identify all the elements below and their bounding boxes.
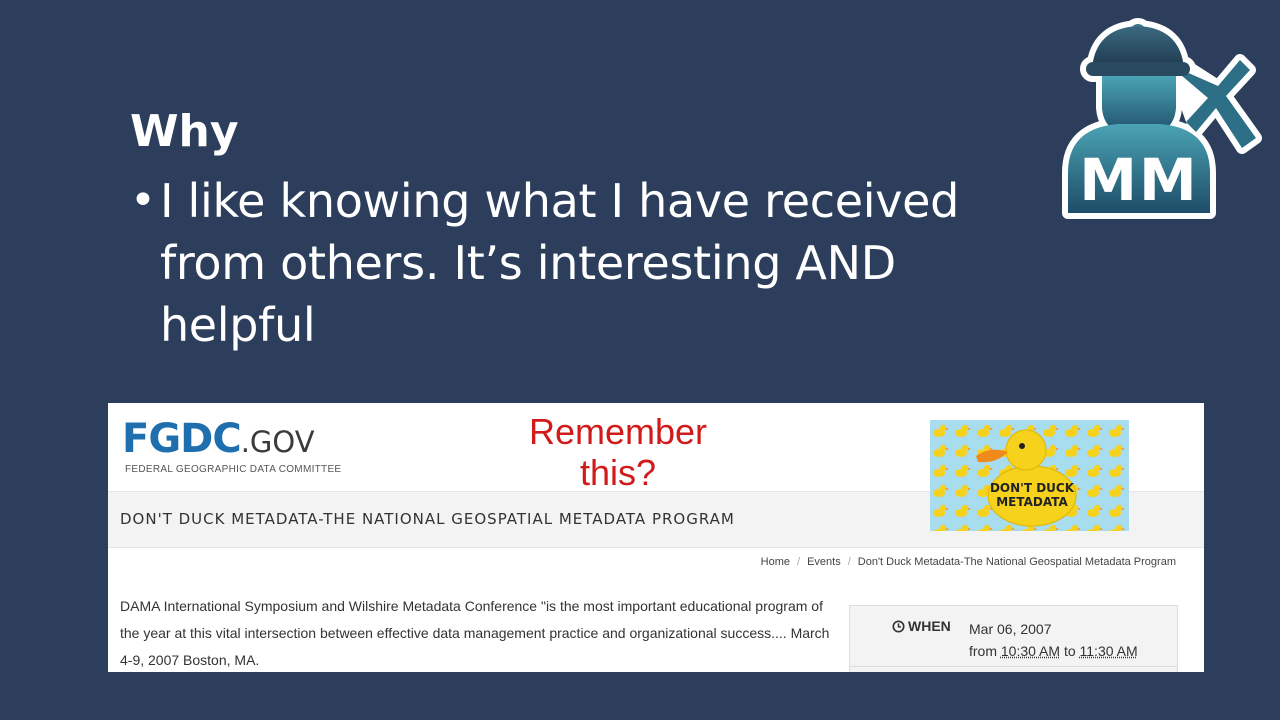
banner-text-line-2: METADATA [996, 495, 1068, 509]
when-label-text: WHEN [908, 618, 951, 634]
miner-logo-icon: MM [1062, 18, 1262, 219]
banner-text-line-1: DON'T DUCK [990, 481, 1075, 495]
clock-icon [892, 619, 905, 633]
breadcrumb-home[interactable]: Home [761, 556, 790, 568]
breadcrumb: Home / Events / Don't Duck Metadata-The Nati… [761, 556, 1176, 568]
remember-callout: Remember this? [508, 411, 728, 493]
event-time-range: from 10:30 AM to 11:30 AM [969, 640, 1138, 662]
breadcrumb-separator: / [797, 556, 801, 568]
fgdc-logo-gov: .GOV [240, 425, 315, 459]
logo-initials: MM [1079, 146, 1198, 214]
slide-heading: Why [130, 106, 239, 157]
event-date: Mar 06, 2007 [969, 621, 1052, 637]
callout-line-2: this? [579, 452, 657, 493]
from-word: from [969, 643, 997, 659]
fgdc-logo[interactable]: FGDC.GOV FEDERAL GEOGRAPHIC DATA COMMITT… [122, 417, 341, 475]
breadcrumb-events[interactable]: Events [807, 556, 841, 568]
event-title: DON'T DUCK METADATA-THE NATIONAL GEOSPAT… [120, 510, 735, 528]
callout-line-1: Remember [528, 411, 708, 452]
event-description: DAMA International Symposium and Wilshir… [120, 598, 830, 668]
end-time: 11:30 AM [1079, 643, 1138, 659]
breadcrumb-current: Don't Duck Metadata-The National Geospat… [857, 556, 1176, 568]
when-panel: WHEN Mar 06, 2007 from 10:30 AM to 11:30… [849, 605, 1178, 672]
to-word: to [1063, 643, 1076, 659]
fgdc-web-screenshot: FGDC.GOV FEDERAL GEOGRAPHIC DATA COMMITT… [108, 403, 1204, 672]
bullet-marker: • [130, 175, 156, 226]
bullet-text: I like knowing what I have received from… [159, 174, 960, 352]
bullet-item: • I like knowing what I have received fr… [130, 170, 990, 356]
breadcrumb-separator: / [847, 556, 851, 568]
dont-duck-metadata-banner: DON'T DUCK METADATA [930, 420, 1129, 531]
fgdc-logo-main: FGDC [122, 416, 242, 462]
fgdc-logo-subtitle: FEDERAL GEOGRAPHIC DATA COMMITTEE [125, 464, 342, 475]
when-values: Mar 06, 2007 from 10:30 AM to 11:30 AM [969, 618, 1138, 662]
start-time: 10:30 AM [1000, 643, 1061, 659]
when-label: WHEN [892, 618, 951, 634]
when-divider [850, 666, 1177, 667]
